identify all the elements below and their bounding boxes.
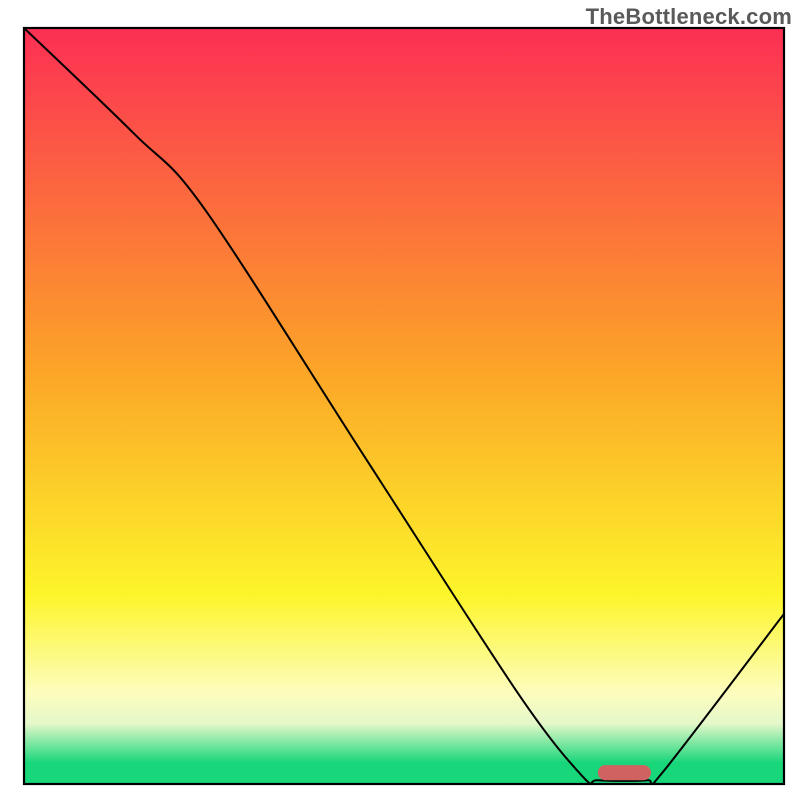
chart-container: TheBottleneck.com bbox=[0, 0, 800, 800]
bottleneck-chart bbox=[0, 0, 800, 800]
optimal-marker bbox=[598, 765, 651, 780]
watermark-label: TheBottleneck.com bbox=[586, 4, 792, 30]
gradient-background bbox=[24, 28, 784, 784]
